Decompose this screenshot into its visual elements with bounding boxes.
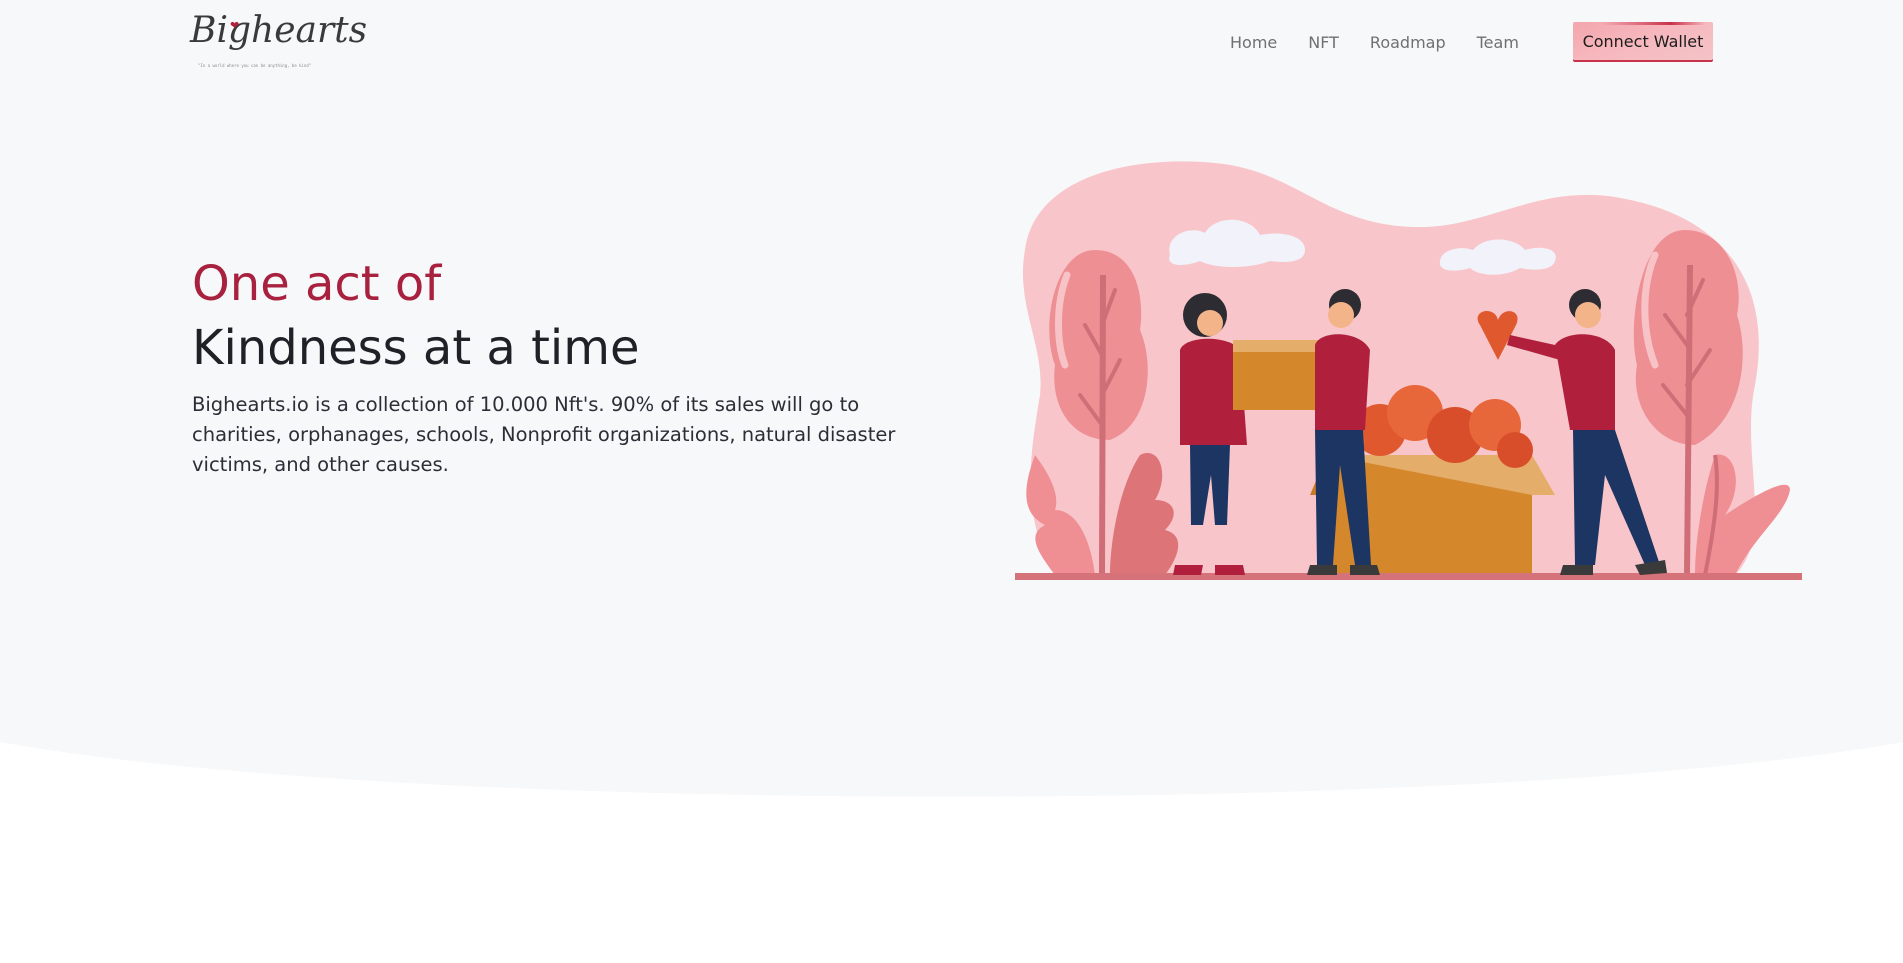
main-nav: Home NFT Roadmap Team — [1230, 22, 1550, 62]
logo-text: Bighearts — [190, 10, 368, 51]
connect-wallet-button[interactable]: Connect Wallet — [1573, 22, 1713, 60]
hero-title-line-1: One act of — [192, 256, 442, 312]
nav-item-team[interactable]: Team — [1477, 33, 1519, 52]
connect-wallet-label: Connect Wallet — [1582, 31, 1704, 51]
brand-logo[interactable]: Bighearts ❤ "In a world where you can be… — [186, 10, 367, 72]
site-header: Bighearts ❤ "In a world where you can be… — [0, 0, 1903, 80]
hero-title-line-2: Kindness at a time — [192, 320, 640, 376]
hero-description: Bighearts.io is a collection of 10.000 N… — [192, 393, 896, 476]
nav-item-nft[interactable]: NFT — [1308, 33, 1339, 52]
heart-icon: ❤ — [230, 19, 240, 32]
nav-item-roadmap[interactable]: Roadmap — [1370, 33, 1446, 52]
page: Bighearts ❤ "In a world where you can be… — [0, 0, 1903, 963]
logo-tagline: "In a world where you can be anything, b… — [198, 63, 312, 68]
nav-item-home[interactable]: Home — [1230, 33, 1277, 52]
people-sharing-hearts-illustration — [1015, 161, 1802, 580]
